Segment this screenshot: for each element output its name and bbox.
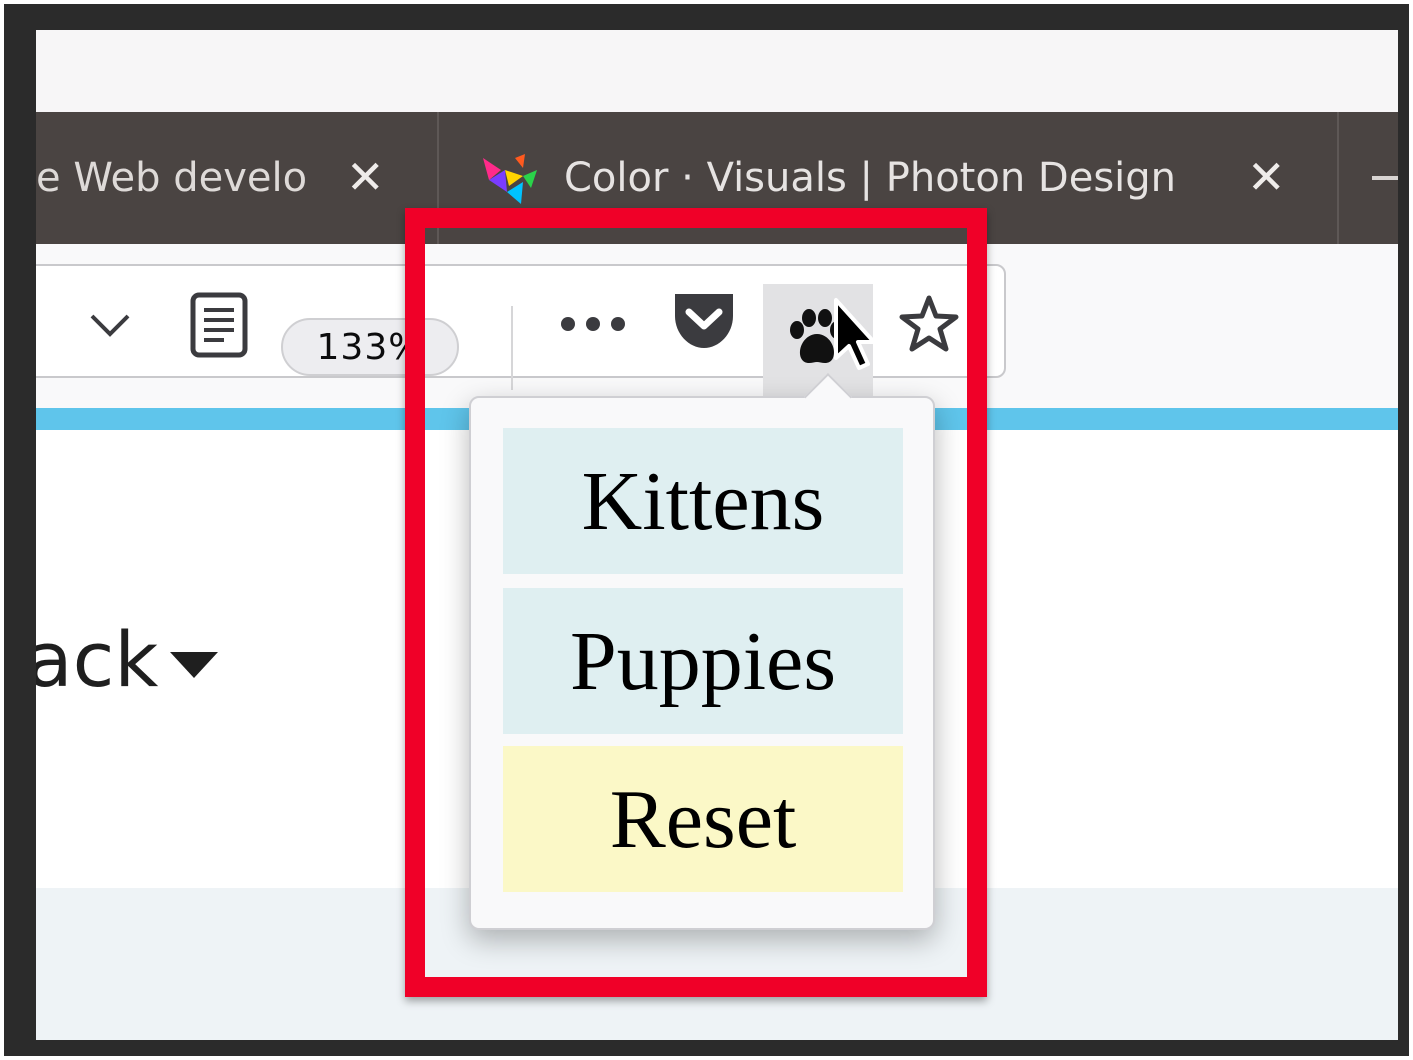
reader-view-icon[interactable] xyxy=(190,292,248,358)
page-heading-partial: ack xyxy=(36,615,159,704)
tab-close-icon[interactable]: ✕ xyxy=(346,150,385,204)
new-tab-icon[interactable] xyxy=(1372,176,1398,180)
tab-title: e Web develo xyxy=(36,155,308,201)
tangram-favicon-icon xyxy=(483,154,537,204)
mouse-pointer-icon xyxy=(834,298,876,370)
chevron-down-icon[interactable] xyxy=(88,312,132,340)
annotation-highlight-box xyxy=(405,208,987,997)
tab-web-developer[interactable]: e Web develo ✕ xyxy=(36,112,436,244)
tab-separator xyxy=(1337,112,1339,244)
caret-down-icon[interactable] xyxy=(170,652,218,678)
title-strip xyxy=(36,30,1398,112)
tab-title: Color · Visuals | Photon Design xyxy=(564,155,1177,201)
tab-close-icon[interactable]: ✕ xyxy=(1247,150,1286,204)
